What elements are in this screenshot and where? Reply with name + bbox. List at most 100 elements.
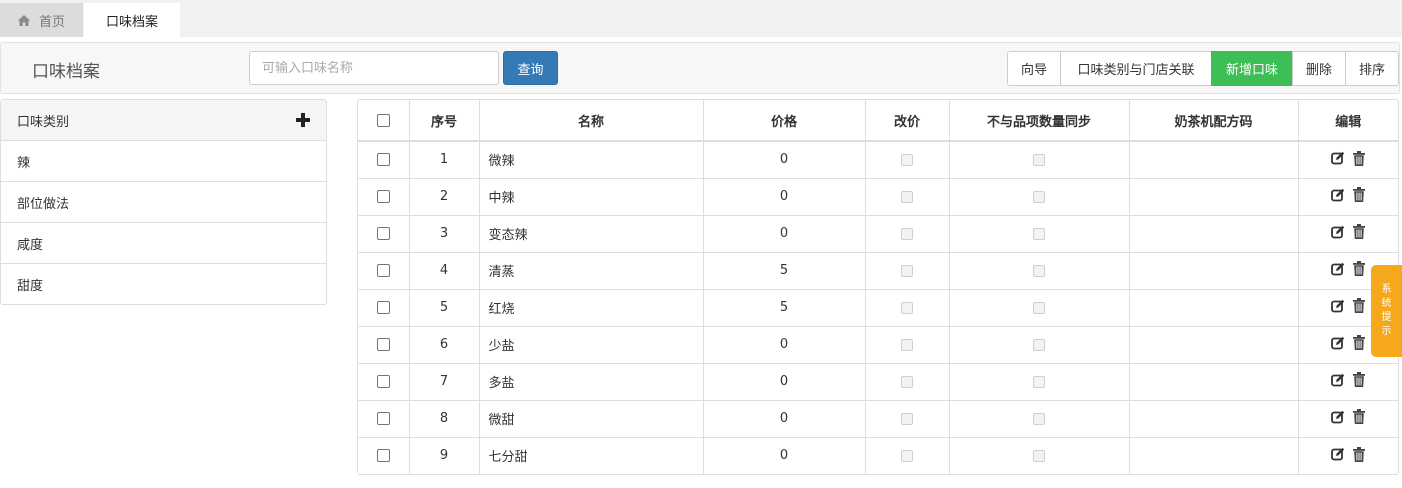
- row-seq: 8: [409, 400, 480, 438]
- header-edit: 编辑: [1298, 100, 1398, 142]
- row-formula-code: [1129, 141, 1299, 179]
- edit-icon[interactable]: [1331, 336, 1345, 350]
- sort-button[interactable]: 排序: [1345, 51, 1399, 86]
- search-input[interactable]: [249, 51, 499, 85]
- trash-icon[interactable]: [1353, 150, 1366, 166]
- edit-icon[interactable]: [1331, 299, 1345, 313]
- row-seq: 3: [409, 215, 480, 253]
- row-modify-price-cell: [865, 178, 950, 216]
- row-modify-price-cell: [865, 215, 950, 253]
- tab-home[interactable]: 首页: [0, 3, 83, 37]
- row-formula-code: [1129, 363, 1299, 401]
- table-row: 1 微辣 0: [358, 141, 1398, 179]
- row-price: 0: [703, 437, 866, 474]
- row-formula-code: [1129, 400, 1299, 438]
- delete-button[interactable]: 删除: [1292, 51, 1346, 86]
- row-checkbox[interactable]: [376, 449, 390, 463]
- category-item[interactable]: 部位做法: [1, 182, 326, 223]
- trash-icon[interactable]: [1353, 335, 1366, 351]
- row-select-cell: [358, 326, 410, 364]
- tab-bar: 首页 口味档案: [0, 0, 1402, 37]
- plus-icon[interactable]: [296, 113, 310, 127]
- row-price: 0: [703, 326, 866, 364]
- trash-icon[interactable]: [1353, 446, 1366, 462]
- row-price: 0: [703, 141, 866, 179]
- row-no-sync-cell: [949, 400, 1130, 438]
- no-sync-checkbox: [1033, 412, 1045, 425]
- table-row: 3 变态辣 0: [358, 215, 1398, 253]
- row-price: 0: [703, 363, 866, 401]
- row-modify-price-cell: [865, 141, 950, 179]
- row-modify-price-cell: [865, 326, 950, 364]
- trash-icon[interactable]: [1353, 187, 1366, 203]
- select-all-checkbox[interactable]: [376, 113, 390, 127]
- category-item[interactable]: 辣: [1, 141, 326, 182]
- row-name: 变态辣: [479, 215, 704, 253]
- header-seq: 序号: [409, 100, 480, 142]
- row-formula-code: [1129, 215, 1299, 253]
- modify-price-checkbox: [901, 449, 913, 462]
- edit-icon[interactable]: [1331, 225, 1345, 239]
- trash-icon[interactable]: [1353, 409, 1366, 425]
- header-no-sync: 不与品项数量同步: [949, 100, 1130, 142]
- row-no-sync-cell: [949, 141, 1130, 179]
- row-name: 中辣: [479, 178, 704, 216]
- query-button[interactable]: 查询: [503, 51, 558, 85]
- trash-icon[interactable]: [1353, 298, 1366, 314]
- row-formula-code: [1129, 437, 1299, 474]
- row-name: 多盐: [479, 363, 704, 401]
- row-checkbox[interactable]: [376, 375, 390, 388]
- row-checkbox[interactable]: [376, 153, 390, 167]
- row-checkbox[interactable]: [376, 264, 390, 277]
- edit-icon[interactable]: [1331, 151, 1345, 165]
- row-price: 5: [703, 252, 866, 290]
- category-item[interactable]: 甜度: [1, 264, 326, 305]
- row-select-cell: [358, 178, 410, 216]
- row-modify-price-cell: [865, 400, 950, 438]
- row-no-sync-cell: [949, 363, 1130, 401]
- row-modify-price-cell: [865, 252, 950, 290]
- row-formula-code: [1129, 178, 1299, 216]
- trash-icon[interactable]: [1353, 224, 1366, 240]
- edit-icon[interactable]: [1331, 373, 1345, 387]
- row-select-cell: [358, 141, 410, 179]
- row-price: 0: [703, 215, 866, 253]
- system-notice-tab[interactable]: 系统提示: [1371, 265, 1402, 357]
- tab-home-label: 首页: [38, 14, 65, 30]
- row-formula-code: [1129, 289, 1299, 327]
- row-seq: 5: [409, 289, 480, 327]
- no-sync-checkbox: [1033, 449, 1045, 462]
- trash-icon[interactable]: [1353, 261, 1366, 277]
- edit-icon[interactable]: [1331, 262, 1345, 276]
- row-seq: 6: [409, 326, 480, 364]
- row-checkbox[interactable]: [376, 227, 390, 240]
- table-row: 2 中辣 0: [358, 178, 1398, 216]
- tab-flavor-archive-label: 口味档案: [105, 14, 158, 30]
- header-name: 名称: [479, 100, 704, 142]
- no-sync-checkbox: [1033, 190, 1045, 203]
- row-no-sync-cell: [949, 326, 1130, 364]
- modify-price-checkbox: [901, 227, 913, 240]
- row-name: 少盐: [479, 326, 704, 364]
- no-sync-checkbox: [1033, 227, 1045, 240]
- row-checkbox[interactable]: [376, 301, 390, 314]
- row-seq: 4: [409, 252, 480, 290]
- row-checkbox[interactable]: [376, 190, 390, 203]
- edit-icon[interactable]: [1331, 410, 1345, 424]
- link-store-button[interactable]: 口味类别与门店关联: [1060, 51, 1212, 86]
- no-sync-checkbox: [1033, 153, 1045, 166]
- add-flavor-button[interactable]: 新增口味: [1211, 51, 1293, 86]
- edit-icon[interactable]: [1331, 188, 1345, 202]
- guide-button[interactable]: 向导: [1007, 51, 1061, 86]
- row-checkbox[interactable]: [376, 338, 390, 351]
- edit-icon[interactable]: [1331, 447, 1345, 461]
- row-checkbox[interactable]: [376, 412, 390, 425]
- row-name: 七分甜: [479, 437, 704, 474]
- row-price: 0: [703, 178, 866, 216]
- row-no-sync-cell: [949, 215, 1130, 253]
- modify-price-checkbox: [901, 375, 913, 388]
- tab-flavor-archive[interactable]: 口味档案: [84, 3, 180, 37]
- trash-icon[interactable]: [1353, 372, 1366, 388]
- category-header: 口味类别: [1, 100, 326, 141]
- category-item[interactable]: 咸度: [1, 223, 326, 264]
